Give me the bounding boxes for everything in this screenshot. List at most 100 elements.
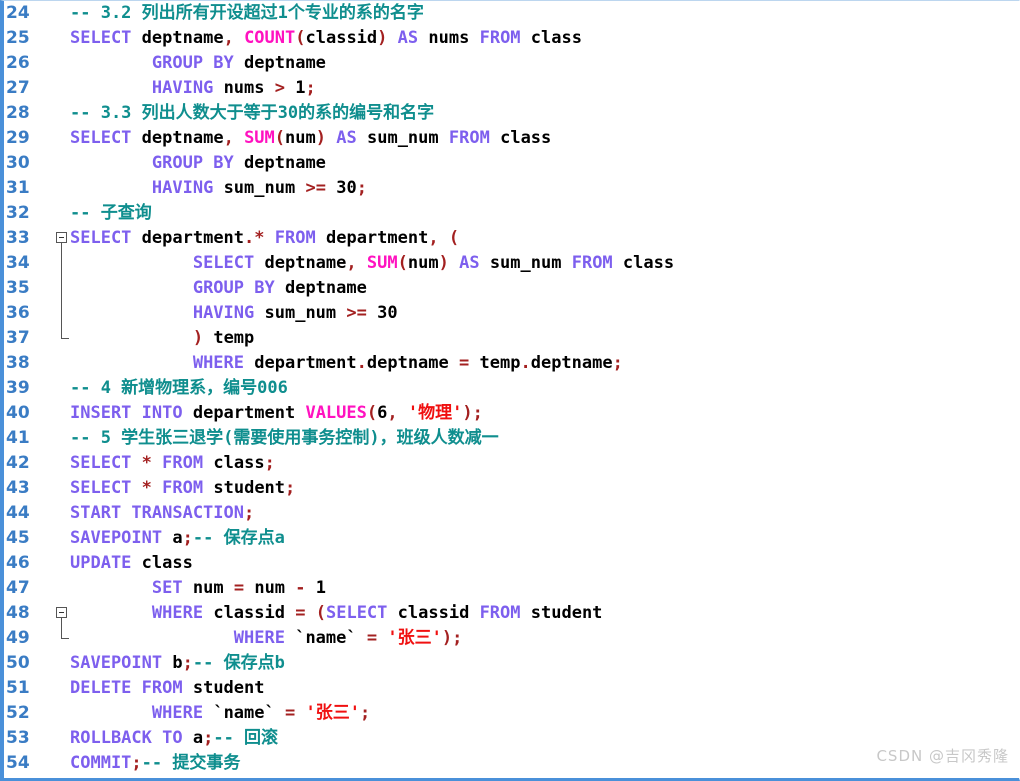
fold-toggle-icon[interactable] xyxy=(56,232,67,243)
sql-code-editor[interactable]: 24 -- 3.2 列出所有开设超过1个专业的系的名字 25 SELECT deptn… xyxy=(0,0,1020,781)
code-line[interactable]: 46 UPDATE class xyxy=(4,551,1019,576)
code-line[interactable]: 33 SELECT department.* FROM department, ( xyxy=(4,226,1019,251)
token-id: sum_num xyxy=(489,253,562,273)
code-line[interactable]: 34 SELECT deptname, SUM(num) AS sum_num … xyxy=(4,251,1019,276)
token-kw: WHERE xyxy=(233,628,285,648)
token-id: department xyxy=(325,228,429,248)
line-number: 27 xyxy=(6,78,30,98)
token-id: student xyxy=(192,678,265,698)
code-line[interactable]: 47 SET num = num - 1 xyxy=(4,576,1019,601)
token-id xyxy=(295,703,305,723)
token-id: deptname xyxy=(244,153,326,173)
token-op: , xyxy=(223,28,234,48)
token-id: deptname xyxy=(366,353,449,373)
token-id xyxy=(367,303,377,323)
code-line[interactable]: 25 SELECT deptname, COUNT(classid) AS num… xyxy=(4,26,1019,51)
code-line[interactable]: 36 HAVING sum_num >= 30 xyxy=(4,301,1019,326)
code-line[interactable]: 39 -- 4 新增物理系，编号006 xyxy=(4,376,1019,401)
code-text: GROUP BY deptname xyxy=(70,151,326,176)
code-text: DELETE FROM student xyxy=(70,676,265,701)
code-line[interactable]: 38 WHERE department.deptname = temp.dept… xyxy=(4,351,1019,376)
code-line[interactable]: 40 INSERT INTO department VALUES(6, '物理')… xyxy=(4,401,1019,426)
token-id: deptname xyxy=(141,128,224,148)
token-id xyxy=(183,728,193,748)
token-id xyxy=(480,253,490,273)
token-kw: SELECT xyxy=(70,228,132,248)
fold-guide-line xyxy=(61,243,62,338)
code-line[interactable]: 45 SAVEPOINT a;-- 保存点a xyxy=(4,526,1019,551)
token-id xyxy=(265,228,275,248)
token-op: ) xyxy=(192,328,204,348)
token-id xyxy=(469,603,479,623)
code-line[interactable]: 30 GROUP BY deptname xyxy=(4,151,1019,176)
code-text: ROLLBACK TO a;-- 回滚 xyxy=(70,726,278,751)
fold-toggle-icon[interactable] xyxy=(56,607,67,618)
token-cm: -- 提交事务 xyxy=(141,753,241,773)
token-id: num xyxy=(254,578,286,598)
code-line[interactable]: 41 -- 5 学生张三退学(需要使用事务控制)，班级人数减一 xyxy=(4,426,1019,451)
token-id: deptname xyxy=(244,53,326,73)
code-line[interactable]: 31 HAVING sum_num >= 30; xyxy=(4,176,1019,201)
token-id xyxy=(213,78,223,98)
token-op: ) xyxy=(462,403,473,423)
line-number: 33 xyxy=(6,228,30,248)
code-line[interactable]: 54 COMMIT;-- 提交事务 xyxy=(4,751,1019,776)
token-id: a xyxy=(192,728,204,748)
code-line[interactable]: 53 ROLLBACK TO a;-- 回滚 xyxy=(4,726,1019,751)
token-id xyxy=(244,578,254,598)
token-id: deptname xyxy=(284,278,367,298)
token-kw: DELETE FROM xyxy=(70,678,183,698)
token-op: ; xyxy=(264,453,275,473)
token-op: ; xyxy=(182,653,193,673)
code-line[interactable]: 44 START TRANSACTION; xyxy=(4,501,1019,526)
code-text: HAVING sum_num >= 30 xyxy=(70,301,398,326)
token-fn: COUNT xyxy=(244,28,296,48)
token-id xyxy=(70,578,152,598)
code-line[interactable]: 29 SELECT deptname, SUM(num) AS sum_num F… xyxy=(4,126,1019,151)
code-line[interactable]: 27 HAVING nums > 1; xyxy=(4,76,1019,101)
code-line[interactable]: 42 SELECT * FROM class; xyxy=(4,451,1019,476)
code-line[interactable]: 52 WHERE `name` = '张三'; xyxy=(4,701,1019,726)
token-id xyxy=(387,28,397,48)
code-line[interactable]: 28 -- 3.3 列出人数大于等于30的系的编号和名字 xyxy=(4,101,1019,126)
token-op: = xyxy=(233,578,245,598)
line-number: 47 xyxy=(6,578,30,598)
token-id: classid xyxy=(397,603,470,623)
code-line[interactable]: 43 SELECT * FROM student; xyxy=(4,476,1019,501)
token-id xyxy=(131,553,141,573)
token-kw: WHERE xyxy=(151,603,204,623)
token-kw: HAVING xyxy=(192,303,255,323)
code-line[interactable]: 32 -- 子查询 xyxy=(4,201,1019,226)
token-id xyxy=(285,78,295,98)
token-id xyxy=(316,228,326,248)
code-line[interactable]: 37 ) temp xyxy=(4,326,1019,351)
token-id xyxy=(305,603,315,623)
token-id: sum_num xyxy=(264,303,337,323)
token-op: ( xyxy=(274,128,286,148)
code-text: WHERE `name` = '张三'; xyxy=(70,701,370,726)
token-id xyxy=(326,128,336,148)
token-id xyxy=(561,253,571,273)
line-number: 53 xyxy=(6,728,30,748)
token-id xyxy=(162,653,172,673)
code-line[interactable]: 24 -- 3.2 列出所有开设超过1个专业的系的名字 xyxy=(4,1,1019,26)
token-kw: SAVEPOINT xyxy=(70,528,163,548)
token-op: . xyxy=(244,228,255,248)
code-line[interactable]: 49 WHERE `name` = '张三'); xyxy=(4,626,1019,651)
token-op: ) xyxy=(438,253,449,273)
code-line[interactable]: 48 WHERE classid = (SELECT classid FROM … xyxy=(4,601,1019,626)
code-lines-container[interactable]: 24 -- 3.2 列出所有开设超过1个专业的系的名字 25 SELECT deptn… xyxy=(4,1,1019,778)
code-line[interactable]: 35 GROUP BY deptname xyxy=(4,276,1019,301)
token-id xyxy=(387,603,397,623)
code-line[interactable]: 50 SAVEPOINT b;-- 保存点b xyxy=(4,651,1019,676)
code-line[interactable]: 51 DELETE FROM student xyxy=(4,676,1019,701)
code-text: SELECT deptname, SUM(num) AS sum_num FRO… xyxy=(70,251,674,276)
token-id xyxy=(490,128,500,148)
token-id: `name` xyxy=(213,703,275,723)
token-id xyxy=(131,478,141,498)
code-line[interactable]: 26 GROUP BY deptname xyxy=(4,51,1019,76)
token-id xyxy=(439,228,449,248)
token-cm: -- 保存点b xyxy=(192,653,285,673)
token-cm: -- 5 学生张三退学(需要使用事务控制)，班级人数减一 xyxy=(70,428,499,448)
line-number: 26 xyxy=(6,53,30,73)
